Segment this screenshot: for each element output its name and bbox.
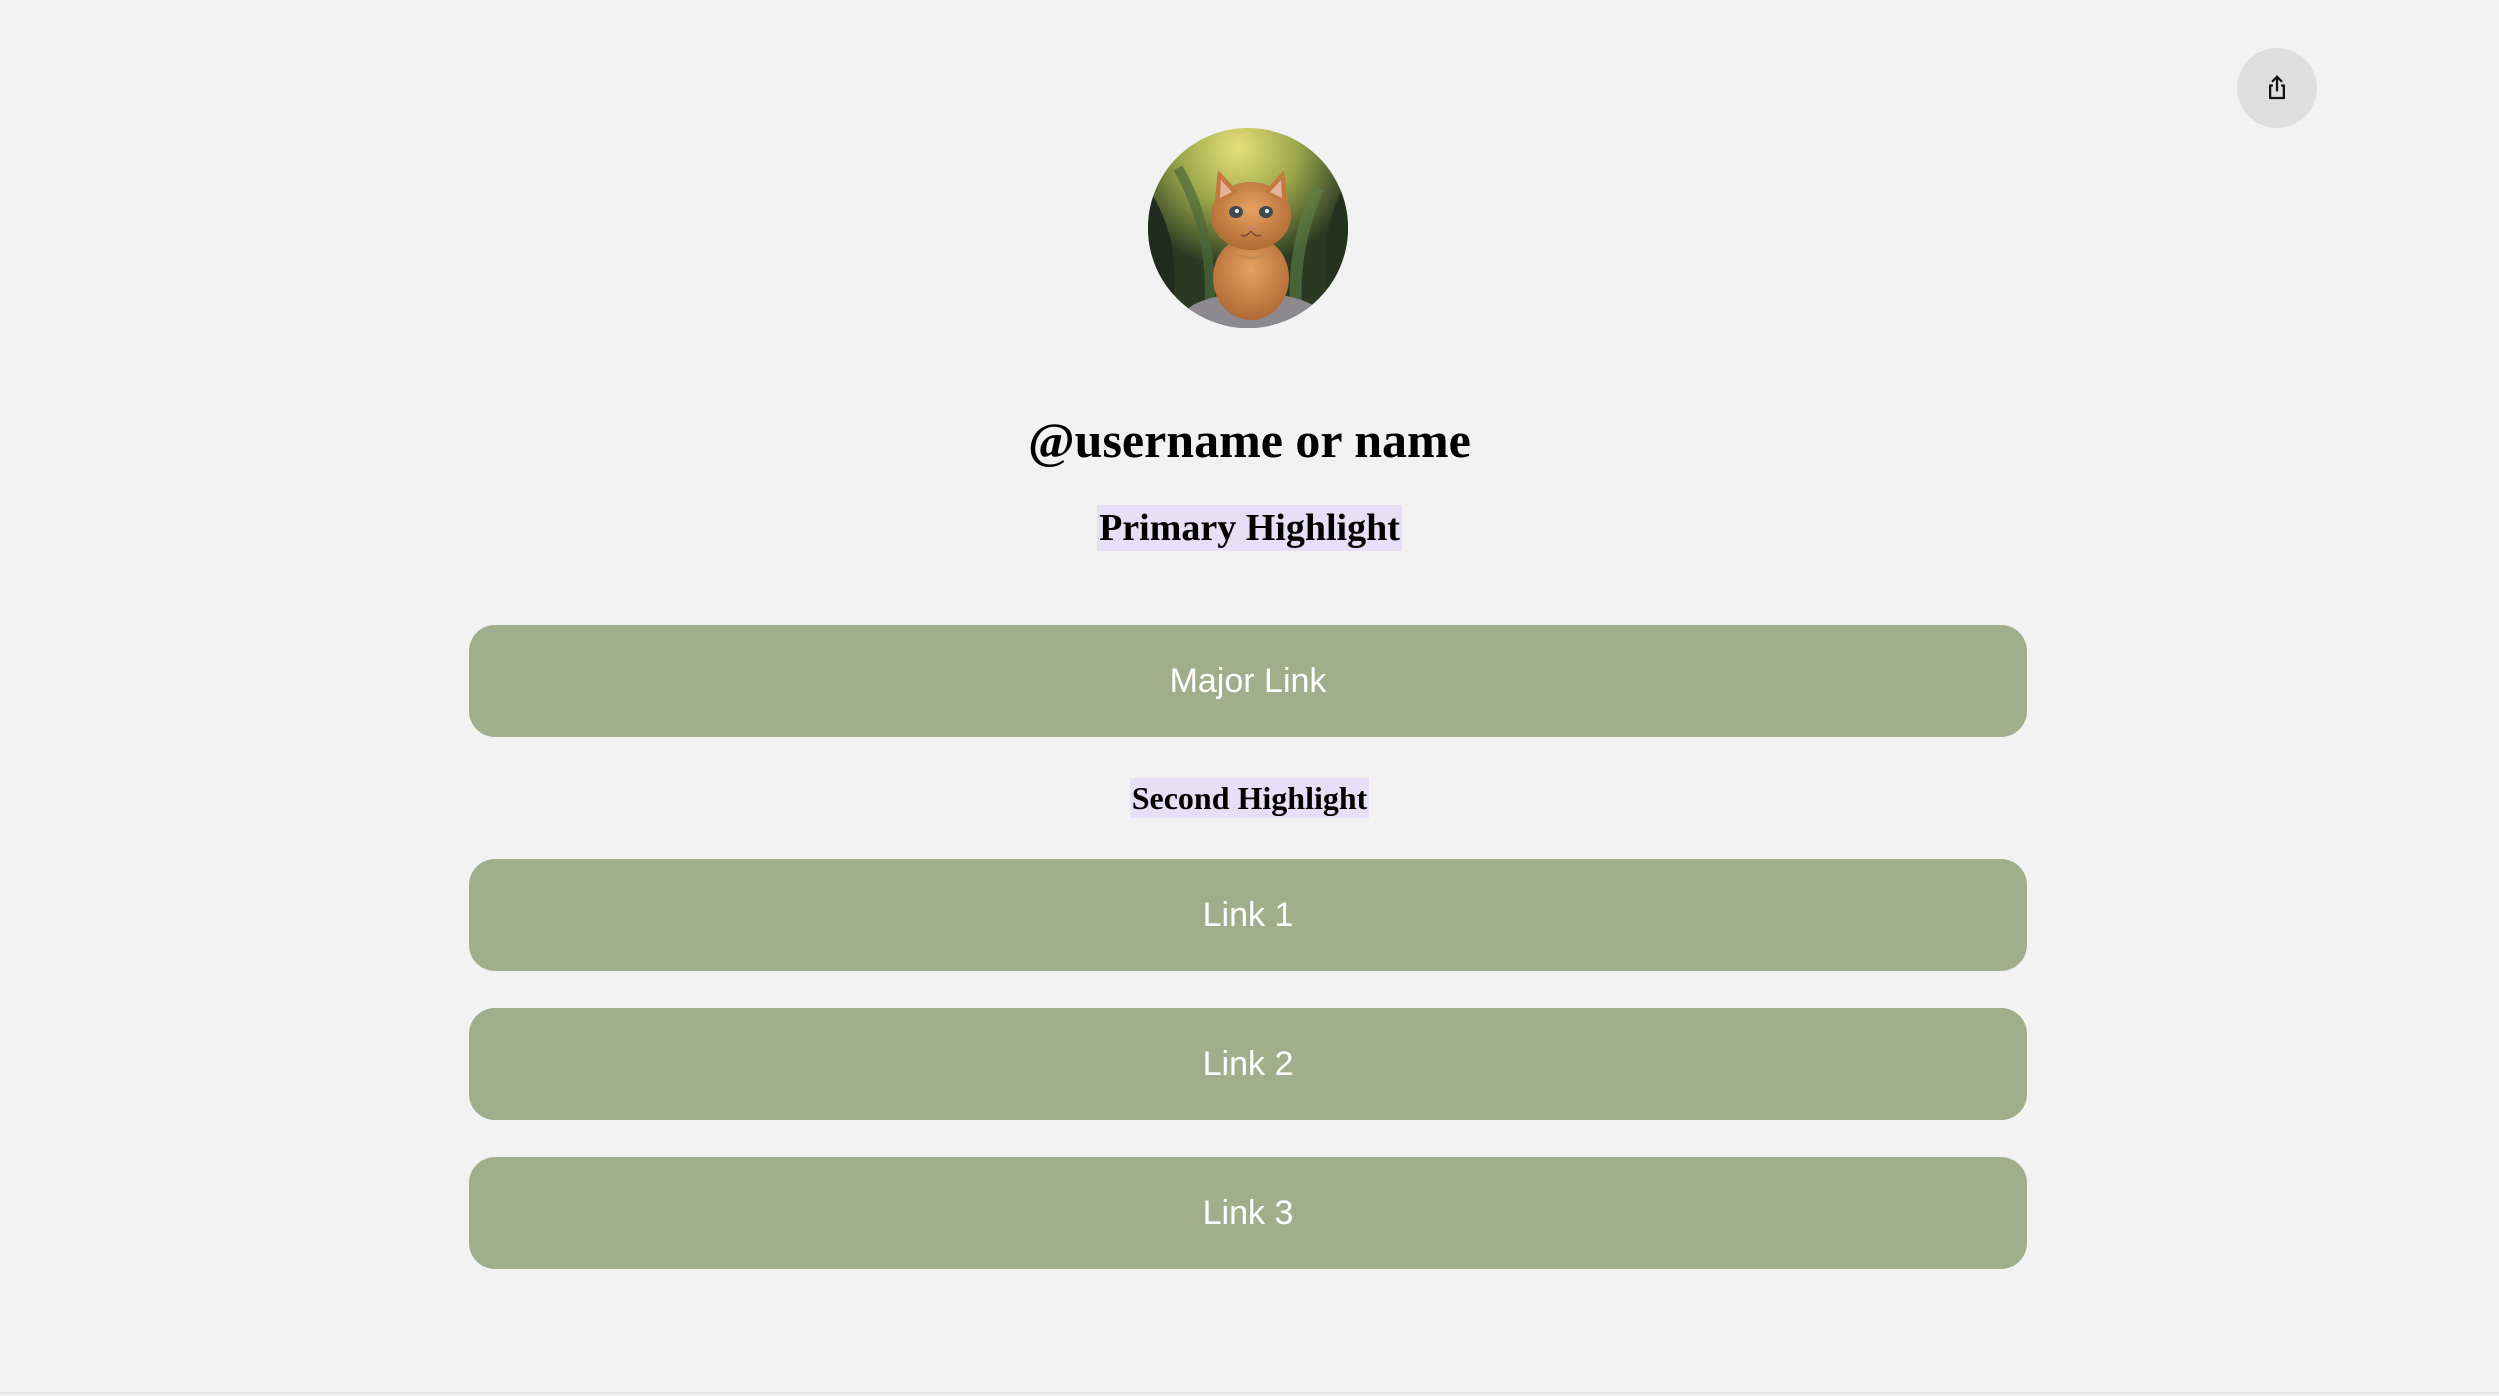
second-highlight-row: Second Highlight: [0, 778, 2499, 818]
link-3-button[interactable]: Link 3: [469, 1157, 2027, 1269]
profile-page: @username or name Primary Highlight Majo…: [0, 0, 2499, 1394]
profile-username: @username or name: [1028, 412, 1471, 468]
second-highlight: Second Highlight: [1129, 778, 1370, 818]
share-icon: [2262, 73, 2292, 103]
primary-highlight-row: Primary Highlight: [0, 505, 2499, 551]
major-link-button[interactable]: Major Link: [469, 625, 2027, 737]
primary-highlight: Primary Highlight: [1097, 505, 1402, 551]
link-2-button[interactable]: Link 2: [469, 1008, 2027, 1120]
bottom-divider: [0, 1392, 2499, 1394]
share-button[interactable]: [2237, 48, 2317, 128]
link-1-button[interactable]: Link 1: [469, 859, 2027, 971]
avatar: [1148, 128, 1348, 328]
